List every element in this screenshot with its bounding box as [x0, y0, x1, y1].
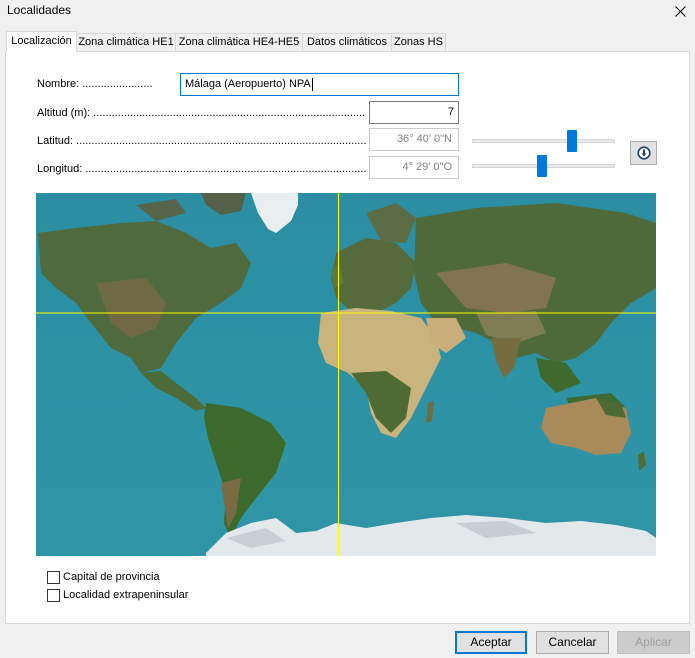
apply-button[interactable]: Aplicar: [617, 631, 690, 654]
cancel-button[interactable]: Cancelar: [536, 631, 609, 654]
altitud-input[interactable]: 7: [369, 101, 459, 124]
locate-button[interactable]: [630, 141, 657, 165]
longitud-slider-thumb[interactable]: [537, 155, 548, 177]
window-title: Localidades: [7, 3, 72, 17]
localidad-extrapeninsular-label: Localidad extrapeninsular: [63, 589, 189, 601]
latitud-slider[interactable]: [472, 130, 615, 152]
checkbox-box[interactable]: [47, 588, 60, 602]
accept-button[interactable]: Aceptar: [455, 631, 527, 654]
tab-zona-climatica-he1[interactable]: Zona climática HE1: [76, 33, 176, 52]
compass-icon: [636, 146, 651, 160]
nombre-label: Nombre: .......................: [37, 78, 153, 90]
latitud-label: Latitud: ...............................…: [37, 135, 366, 147]
altitud-label: Altitud (m): ...........................…: [37, 107, 366, 119]
capital-de-provincia-checkbox[interactable]: Capital de provincia: [47, 569, 160, 585]
tab-zona-climatica-he4-he5[interactable]: Zona climática HE4-HE5: [175, 33, 303, 52]
localidad-extrapeninsular-checkbox[interactable]: Localidad extrapeninsular: [47, 587, 188, 603]
tab-datos-climaticos[interactable]: Datos climáticos: [302, 33, 392, 52]
longitud-field: 4° 29' 0"O: [369, 156, 459, 179]
checkbox-box[interactable]: [47, 570, 60, 584]
capital-de-provincia-label: Capital de provincia: [63, 571, 160, 583]
nombre-input[interactable]: Málaga (Aeropuerto) NPA: [180, 73, 459, 96]
longitud-label: Longitud: ..............................…: [37, 163, 366, 175]
world-map[interactable]: [36, 193, 656, 556]
title-bar: Localidades: [0, 0, 695, 22]
longitud-slider[interactable]: [472, 155, 615, 177]
latitud-field: 36° 40' 0"N: [369, 128, 459, 151]
latitud-slider-track: [472, 139, 615, 143]
close-button[interactable]: [665, 0, 695, 22]
tab-zonas-hs[interactable]: Zonas HS: [391, 33, 446, 52]
latitud-slider-thumb[interactable]: [567, 130, 578, 152]
close-icon: [674, 5, 686, 17]
text-caret: [311, 77, 313, 91]
world-map-image: [36, 193, 656, 556]
tab-localizacion[interactable]: Localización: [6, 31, 77, 52]
nombre-value: Málaga (Aeropuerto) NPA: [185, 78, 311, 90]
